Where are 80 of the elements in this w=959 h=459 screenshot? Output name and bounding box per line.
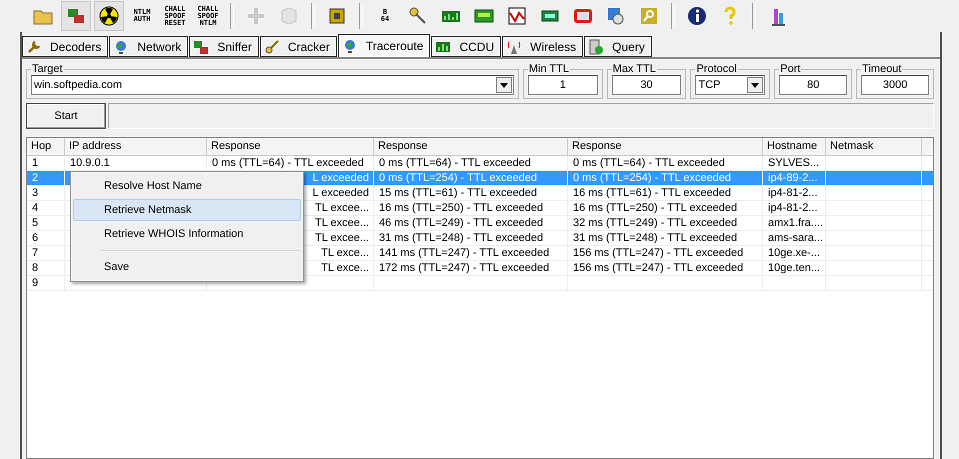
tab[interactable]: Query: [584, 36, 652, 57]
hostname-cell: ip4-89-2...: [768, 172, 818, 184]
field-label: Timeout: [861, 63, 902, 75]
response-cell: 0 ms (TTL=64) - TTL exceeded: [379, 157, 531, 169]
response-cell: 0 ms (TTL=254) - TTL exceeded: [573, 172, 732, 184]
response-cell: TL exce...: [321, 262, 369, 274]
hop-cell: 6: [27, 231, 65, 245]
column-header[interactable]: Netmask: [826, 138, 922, 155]
column-header[interactable]: Hop: [27, 138, 65, 155]
field-label: Protocol: [695, 63, 738, 75]
response-cell: 172 ms (TTL=247) - TTL exceeded: [379, 262, 550, 274]
hostname-cell: SYLVES...: [768, 157, 820, 169]
response-cell: TL exce...: [321, 247, 369, 259]
field-label: Max TTL: [612, 63, 657, 75]
chart-icon: [506, 5, 528, 27]
hostname-cell: ip4-81-2...: [768, 202, 818, 214]
protocol-dropdown[interactable]: TCP: [695, 75, 766, 95]
number-field[interactable]: 30: [612, 75, 682, 95]
tab[interactable]: Traceroute: [338, 34, 430, 57]
response-cell: 31 ms (TTL=248) - TTL exceeded: [379, 232, 544, 244]
field-label: Port: [779, 63, 802, 75]
start-button[interactable]: Start: [26, 103, 106, 129]
tab[interactable]: Cracker: [260, 36, 337, 57]
response-cell: 0 ms (TTL=254) - TTL exceeded: [379, 172, 538, 184]
ip-cell: 10.9.0.1: [70, 157, 110, 169]
number-field[interactable]: 80: [779, 75, 848, 95]
response-cell: TL excee...: [314, 217, 369, 229]
tab[interactable]: Wireless: [502, 36, 584, 57]
hop-cell: 7: [27, 246, 65, 260]
target-dropdown[interactable]: win.softpedia.com: [31, 75, 514, 95]
caret-icon: [751, 82, 760, 88]
hostname-cell: amx1.fra....: [768, 217, 824, 229]
field-label: Target: [31, 63, 64, 75]
field-label: Min TTL: [528, 63, 570, 75]
response-cell: 46 ms (TTL=249) - TTL exceeded: [379, 217, 544, 229]
hop-cell: 8: [27, 261, 65, 275]
response-cell: 16 ms (TTL=250) - TTL exceeded: [379, 202, 544, 214]
tab[interactable]: Decoders: [22, 36, 108, 57]
column-header[interactable]: Response: [568, 138, 763, 155]
response-cell: L exceeded: [312, 172, 369, 184]
number-field[interactable]: 1: [528, 75, 598, 95]
response-cell: 0 ms (TTL=64) - TTL exceeded: [573, 157, 725, 169]
number-field[interactable]: 3000: [861, 75, 930, 95]
wrench-icon: [26, 38, 42, 54]
response-cell: 0 ms (TTL=64) - TTL exceeded: [212, 157, 364, 169]
response-cell: TL excee...: [314, 232, 369, 244]
response-cell: 156 ms (TTL=247) - TTL exceeded: [573, 247, 744, 259]
plus-icon: [245, 5, 267, 27]
radiation-icon: [98, 5, 120, 27]
column-header[interactable]: Response: [207, 138, 374, 155]
hostname-cell: ams-sara...: [768, 232, 824, 244]
hop-cell: 4: [27, 201, 65, 215]
tab[interactable]: Sniffer: [189, 36, 259, 57]
response-cell: 15 ms (TTL=61) - TTL exceeded: [379, 187, 538, 199]
hop-cell: 2: [27, 171, 65, 185]
menu-item[interactable]: Retrieve Netmask: [73, 199, 301, 221]
response-cell: 31 ms (TTL=248) - TTL exceeded: [573, 232, 738, 244]
response-cell: 141 ms (TTL=247) - TTL exceeded: [379, 247, 550, 259]
response-cell: L exceeded: [312, 187, 369, 199]
network-icon: [193, 38, 210, 54]
response-cell: 16 ms (TTL=61) - TTL exceeded: [573, 187, 732, 199]
hostname-cell: 10ge.ten...: [768, 262, 820, 274]
caret-icon: [500, 82, 508, 88]
response-cell: 16 ms (TTL=250) - TTL exceeded: [573, 202, 738, 214]
hostname-cell: 10ge.xe-...: [768, 247, 820, 259]
column-header[interactable]: IP address: [65, 138, 207, 155]
response-cell: TL excee...: [314, 202, 369, 214]
toolbar-button[interactable]: [94, 1, 124, 31]
response-cell: 32 ms (TTL=249) - TTL exceeded: [573, 217, 738, 229]
tab[interactable]: CCDU: [431, 36, 502, 57]
hop-cell: 9: [27, 276, 65, 290]
info-icon: [686, 5, 708, 27]
hop-cell: 5: [27, 216, 65, 230]
response-cell: 156 ms (TTL=247) - TTL exceeded: [573, 262, 744, 274]
hop-cell: 1: [27, 156, 65, 170]
hostname-cell: ip4-81-2...: [768, 187, 818, 199]
column-header[interactable]: Hostname: [763, 138, 826, 155]
hop-cell: 3: [27, 186, 65, 200]
column-header[interactable]: Response: [374, 138, 568, 155]
tab[interactable]: Network: [109, 36, 188, 57]
